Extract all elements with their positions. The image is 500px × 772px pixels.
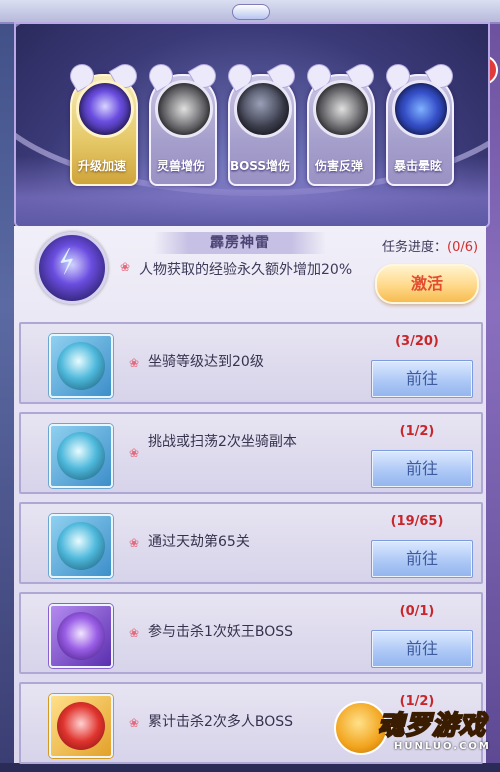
task-progress-value: (0/6) xyxy=(447,240,479,255)
skill-tab-beast-damage[interactable]: 灵兽增伤 xyxy=(143,59,222,190)
watermark-title: 魂罗游戏 xyxy=(377,710,487,742)
pillar-orb-icon xyxy=(155,80,213,138)
task-row: ❀ 通过天劫第65关 (19/65) 前往 xyxy=(19,502,483,584)
task-count: (0/1) xyxy=(399,604,435,619)
multi-boss-task-icon xyxy=(49,694,113,758)
task-progress-label: 任务进度： xyxy=(382,240,448,255)
skill-detail-header: ⚡ 霹雳神雷 ❀ 人物获取的经验永久额外增加20% 任务进度：(0/6) 激活 xyxy=(14,226,486,310)
mount-task-icon xyxy=(49,424,113,488)
task-count: (19/65) xyxy=(390,514,444,529)
skill-tab-boss-damage[interactable]: BOSS增伤 xyxy=(222,59,301,190)
flower-bullet-icon: ❀ xyxy=(129,716,140,730)
go-button[interactable]: 前往 xyxy=(371,450,473,488)
flower-bullet-icon: ❀ xyxy=(129,536,140,550)
task-orb xyxy=(57,702,105,750)
lightning-orb-icon xyxy=(234,80,292,138)
skill-title: 霹雳神雷 xyxy=(154,232,326,254)
task-text: 挑战或扫荡2次坐骑副本 xyxy=(148,434,297,450)
skill-label: 灵兽增伤 xyxy=(156,159,205,173)
skill-label: 暴击晕眩 xyxy=(393,159,442,173)
task-text: 累计击杀2次多人BOSS xyxy=(148,714,294,730)
task-text: 参与击杀1次妖王BOSS xyxy=(148,624,294,640)
skill-label: 升级加速 xyxy=(77,159,126,173)
flower-bullet-icon: ❀ xyxy=(129,626,140,640)
frame-left xyxy=(0,0,14,763)
skill-tab-damage-reflect[interactable]: 伤害反弹 xyxy=(301,59,380,190)
skill-list: 升级加速 灵兽增伤 BOSS增伤 伤害反弹 暴击晕眩 xyxy=(64,59,459,190)
task-count: (1/2) xyxy=(399,424,435,439)
task-progress: 任务进度：(0/6) xyxy=(382,236,478,255)
task-orb xyxy=(57,342,105,390)
go-button[interactable]: 前往 xyxy=(371,360,473,398)
watermark-sub: HUNLUO.COM xyxy=(394,741,491,752)
skill-tab-level-speed[interactable]: 升级加速 xyxy=(64,59,143,190)
skill-tab-crit-stun[interactable]: 暴击晕眩 xyxy=(380,59,459,190)
go-button[interactable]: 前往 xyxy=(371,540,473,578)
demon-king-task-icon xyxy=(49,604,113,668)
task-row: ❀ 坐骑等级达到20级 (3/20) 前往 xyxy=(19,322,483,404)
thunder-skill-icon: ⚡ xyxy=(36,232,108,304)
flower-bullet-icon: ❀ xyxy=(129,446,140,460)
thunder-orb-icon xyxy=(76,80,134,138)
skill-selection-panel: 升级加速 灵兽增伤 BOSS增伤 伤害反弹 暴击晕眩 xyxy=(14,22,490,228)
lightning-bolt-icon: ⚡ xyxy=(50,242,85,283)
task-orb xyxy=(57,612,105,660)
flower-bullet-icon: ❀ xyxy=(129,356,140,370)
frame-top xyxy=(0,0,500,24)
task-orb xyxy=(57,432,105,480)
frame-gem xyxy=(232,4,270,20)
skill-label: 伤害反弹 xyxy=(314,159,363,173)
activate-button[interactable]: 激活 xyxy=(375,264,479,304)
shield-orb-icon xyxy=(313,80,371,138)
flower-bullet-icon: ❀ xyxy=(120,260,131,274)
task-text: 坐骑等级达到20级 xyxy=(148,354,264,370)
skill-label: BOSS增伤 xyxy=(229,159,291,173)
task-row: ❀ 挑战或扫荡2次坐骑副本 (1/2) 前往 xyxy=(19,412,483,494)
task-orb xyxy=(57,522,105,570)
task-row: ❀ 参与击杀1次妖王BOSS (0/1) 前往 xyxy=(19,592,483,674)
task-count: (3/20) xyxy=(395,334,439,349)
mount-task-icon xyxy=(49,334,113,398)
mount-task-icon xyxy=(49,514,113,578)
site-watermark: 魂罗游戏 HUNLUO.COM xyxy=(334,701,494,759)
skill-detail-panel: ⚡ 霹雳神雷 ❀ 人物获取的经验永久额外增加20% 任务进度：(0/6) 激活 … xyxy=(14,226,486,764)
go-button[interactable]: 前往 xyxy=(371,630,473,668)
skill-description: 人物获取的经验永久额外增加20% xyxy=(139,262,353,278)
task-text: 通过天劫第65关 xyxy=(148,534,250,550)
galaxy-orb-icon xyxy=(392,80,450,138)
